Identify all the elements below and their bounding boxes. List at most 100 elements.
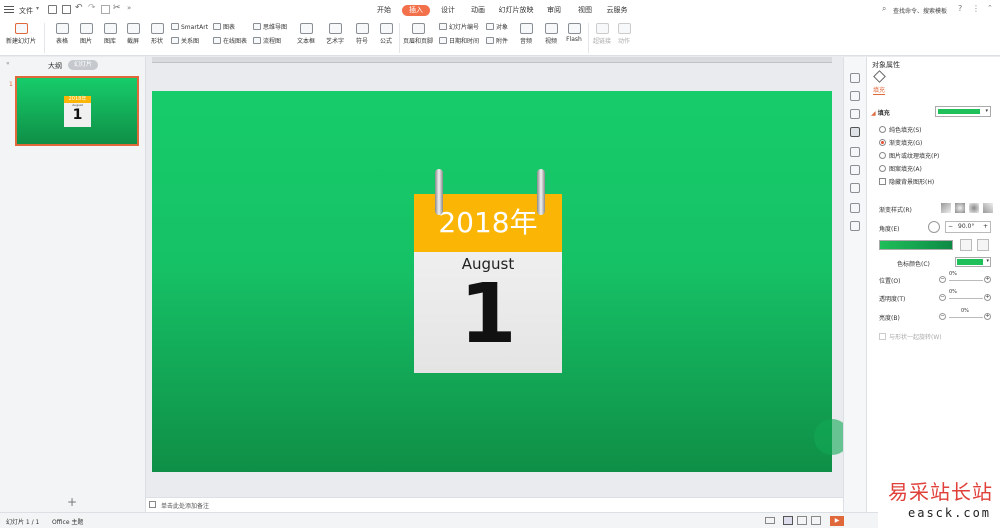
tab-animation[interactable]: 动画 <box>467 5 489 16</box>
help-icon[interactable] <box>850 203 860 213</box>
layers-icon[interactable] <box>850 91 860 101</box>
gradient-style-path[interactable] <box>983 203 993 213</box>
hyperlink-button[interactable]: 超链接 <box>590 23 614 45</box>
textbox-button[interactable]: 文本框 <box>293 23 319 45</box>
symbol-button[interactable]: 符号 <box>351 23 373 45</box>
notes-placeholder[interactable]: 单击此处添加备注 <box>161 501 209 510</box>
pattern-fill-radio[interactable] <box>879 165 886 172</box>
file-menu[interactable]: 文件 <box>19 6 33 16</box>
tab-review[interactable]: 审阅 <box>543 5 565 16</box>
gradient-fill-radio[interactable] <box>879 139 886 146</box>
hide-background-checkbox[interactable] <box>879 178 886 185</box>
slide-sorter-icon[interactable] <box>797 516 807 525</box>
menu-icon[interactable] <box>4 5 14 14</box>
angle-dial[interactable] <box>928 221 940 233</box>
transparency-slider[interactable] <box>949 298 983 299</box>
save-icon[interactable] <box>48 5 57 14</box>
attachment-button[interactable]: 附件 <box>486 37 508 47</box>
option-picture-fill[interactable]: 图片或纹理填充(P) <box>879 151 939 160</box>
wordart-button[interactable]: 艺术字 <box>322 23 348 45</box>
picture-fill-radio[interactable] <box>879 152 886 159</box>
gallery-button[interactable]: 图库 <box>99 23 121 45</box>
star-icon[interactable] <box>850 147 860 157</box>
fill-section-title[interactable]: ◢ 填充 <box>871 108 890 117</box>
mindmap-button[interactable]: 思维导图 <box>253 23 287 33</box>
collapse-ribbon-icon[interactable]: ⌃ <box>987 4 993 12</box>
minus-icon[interactable]: − <box>948 222 953 232</box>
copy-format-icon[interactable] <box>101 5 110 14</box>
position-slider[interactable] <box>949 280 983 281</box>
tab-slideshow[interactable]: 幻灯片放映 <box>496 5 536 16</box>
formula-button[interactable]: 公式 <box>375 23 397 45</box>
play-icon[interactable]: ▶ <box>830 516 844 526</box>
position-plus[interactable]: + <box>984 276 991 283</box>
command-search[interactable]: 查找命令、搜索模板 <box>893 6 947 15</box>
fill-bucket-icon[interactable] <box>873 70 886 83</box>
add-slide-button[interactable]: + <box>67 495 77 509</box>
position-minus[interactable]: − <box>939 276 946 283</box>
brightness-minus[interactable]: − <box>939 313 946 320</box>
home-icon[interactable] <box>850 73 860 83</box>
search-icon[interactable]: ⌕ <box>882 4 886 14</box>
option-rotate-with-shape[interactable]: 与形状一起旋转(W) <box>879 332 942 341</box>
clear-format-icon[interactable]: ✂ <box>113 3 121 13</box>
tab-outline[interactable]: 大纲 <box>48 61 62 71</box>
fill-preview-dropdown[interactable]: ▾ <box>935 106 991 117</box>
add-stop-icon[interactable] <box>960 239 972 251</box>
more-options-icon[interactable]: ⋮ <box>972 4 980 13</box>
option-pattern-fill[interactable]: 图案填充(A) <box>879 164 922 173</box>
slide[interactable]: 2018年 August 1 <box>152 91 850 472</box>
slide-number-button[interactable]: 幻灯片编号 <box>439 23 479 33</box>
stop-color-dropdown[interactable]: ▾ <box>955 257 991 267</box>
flash-button[interactable]: Flash <box>563 23 585 43</box>
object-button[interactable]: 对象 <box>486 23 508 33</box>
help-icon[interactable]: ? <box>958 4 962 13</box>
flowchart-button[interactable]: 流程图 <box>253 37 281 47</box>
tab-view[interactable]: 视图 <box>574 5 596 16</box>
shape-button[interactable]: 形状 <box>146 23 168 45</box>
history-icon[interactable] <box>850 183 860 193</box>
date-time-button[interactable]: 日期和时间 <box>439 37 479 47</box>
action-button[interactable]: 动作 <box>614 23 634 45</box>
tab-design[interactable]: 设计 <box>437 5 459 16</box>
notes-toggle-icon[interactable] <box>765 517 775 524</box>
share-icon[interactable] <box>850 165 860 175</box>
gradient-style-linear[interactable] <box>941 203 951 213</box>
option-solid-fill[interactable]: 纯色填充(S) <box>879 125 922 134</box>
tab-insert[interactable]: 插入 <box>402 5 430 16</box>
collapse-panel-icon[interactable]: « <box>6 60 10 67</box>
undo-icon[interactable]: ↶ <box>75 3 83 13</box>
calendar-page[interactable]: August 1 <box>414 252 562 373</box>
transparency-minus[interactable]: − <box>939 294 946 301</box>
relation-chart-button[interactable]: 关系图 <box>171 37 199 47</box>
normal-view-icon[interactable] <box>783 516 793 525</box>
smartart-button[interactable]: SmartArt <box>171 23 208 33</box>
brightness-slider[interactable] <box>949 317 983 318</box>
redo-icon[interactable]: ↷ <box>88 3 96 13</box>
new-slide-button[interactable]: 新建幻灯片 <box>4 23 38 45</box>
gradient-style-radial[interactable] <box>955 203 965 213</box>
apps-icon[interactable] <box>850 221 860 231</box>
tab-slides[interactable]: 幻灯片 <box>68 60 98 70</box>
tab-home[interactable]: 开始 <box>373 5 395 16</box>
gradient-style-rect[interactable] <box>969 203 979 213</box>
audio-button[interactable]: 音频 <box>515 23 537 45</box>
more-icon[interactable]: » <box>127 4 131 12</box>
plus-icon[interactable]: + <box>983 222 988 232</box>
reading-view-icon[interactable] <box>811 516 821 525</box>
properties-icon[interactable] <box>850 127 860 137</box>
brightness-plus[interactable]: + <box>984 313 991 320</box>
video-button[interactable]: 视频 <box>540 23 562 45</box>
gradient-bar[interactable] <box>879 240 953 250</box>
option-hide-background[interactable]: 隐藏背景图形(H) <box>879 177 934 186</box>
online-chart-button[interactable]: 在线图表 <box>213 37 247 47</box>
solid-fill-radio[interactable] <box>879 126 886 133</box>
rotate-with-shape-checkbox[interactable] <box>879 333 886 340</box>
screenshot-button[interactable]: 截屏 <box>122 23 144 45</box>
picture-button[interactable]: 图片 <box>75 23 97 45</box>
header-footer-button[interactable]: 页眉和页脚 <box>401 23 435 45</box>
tab-cloud[interactable]: 云服务 <box>603 5 631 16</box>
chart-button[interactable]: 图表 <box>213 23 235 33</box>
table-button[interactable]: 表格 <box>51 23 73 45</box>
transparency-plus[interactable]: + <box>984 294 991 301</box>
